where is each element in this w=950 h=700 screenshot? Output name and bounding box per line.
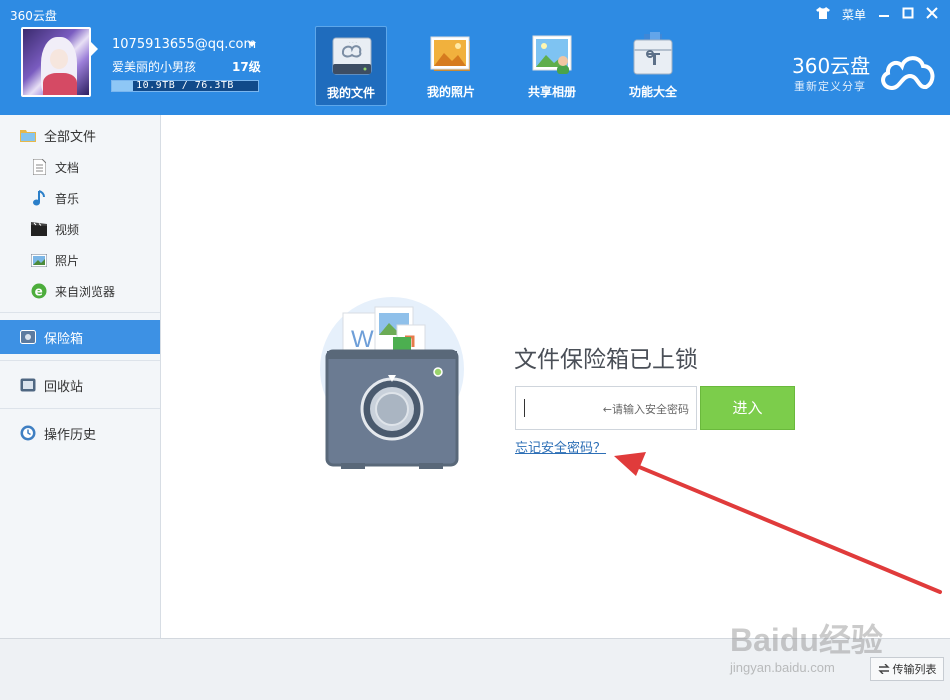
brand-logo-text: 360云盘: [792, 54, 871, 78]
sidebar-item-recycle-bin[interactable]: 回收站: [0, 370, 160, 400]
sidebar-item-music[interactable]: 音乐: [0, 183, 160, 213]
browser-icon: e: [31, 283, 47, 299]
vault-locked-title: 文件保险箱已上锁: [514, 347, 698, 373]
text-cursor: [524, 399, 525, 417]
account-email[interactable]: 1075913655@qq.com: [112, 37, 256, 52]
tab-toolbox[interactable]: 功能大全: [617, 26, 689, 106]
tab-my-files[interactable]: . . . 我的文件: [315, 26, 387, 106]
divider: [0, 312, 160, 313]
photos-icon: [430, 36, 470, 71]
brand-slogan: 重新定义分享: [794, 80, 866, 93]
transfer-icon: [877, 664, 890, 674]
storage-text: 10.9TB / 76.3TB: [136, 80, 234, 91]
svg-text:. . .: . . .: [349, 39, 357, 45]
skin-icon[interactable]: [815, 6, 830, 23]
avatar[interactable]: [21, 27, 91, 97]
avatar-caret-icon: [91, 42, 98, 56]
sidebar-item-label: 操作历史: [44, 427, 97, 443]
sidebar-item-label: 保险箱: [44, 331, 84, 347]
document-icon: [31, 159, 47, 175]
security-password-input[interactable]: ←请输入安全密码: [515, 386, 697, 430]
app-title: 360云盘: [10, 9, 57, 23]
sidebar-item-safe-box[interactable]: 保险箱: [0, 320, 160, 354]
locked-safe-illustration: W: [320, 297, 464, 469]
sidebar-item-label: 回收站: [44, 379, 84, 395]
music-icon: [31, 190, 47, 206]
sidebar: 全部文件 文档 音乐 视频 照片 e 来自浏览器 保险箱 回收站 操作历史: [0, 115, 161, 638]
tab-label: 我的照片: [426, 85, 475, 99]
photo-icon: [31, 252, 47, 268]
sidebar-item-video[interactable]: 视频: [0, 214, 160, 244]
sidebar-item-label: 音乐: [55, 191, 80, 206]
account-nickname: 爱美丽的小男孩: [112, 60, 197, 74]
enter-button[interactable]: 进入: [700, 386, 795, 430]
svg-text:W: W: [351, 326, 374, 353]
transfer-list-button[interactable]: 传输列表: [870, 657, 944, 681]
sidebar-item-documents[interactable]: 文档: [0, 152, 160, 182]
sidebar-item-photos[interactable]: 照片: [0, 245, 160, 275]
safe-icon: [20, 329, 36, 345]
close-icon[interactable]: [926, 6, 938, 23]
divider: [0, 360, 160, 361]
sidebar-item-history[interactable]: 操作历史: [0, 418, 160, 448]
sidebar-item-label: 全部文件: [44, 129, 97, 145]
storage-progress-bar: 10.9TB / 76.3TB: [111, 80, 259, 92]
files-icon: . . .: [332, 37, 372, 75]
divider: [0, 408, 160, 409]
sidebar-item-all-files[interactable]: 全部文件: [0, 120, 160, 150]
tab-label: 我的文件: [326, 86, 375, 100]
title-bar-header: 360云盘 菜单 1075913655@qq.com 爱美丽的小男孩 17级 1…: [0, 0, 950, 115]
sidebar-item-label: 视频: [55, 222, 80, 237]
window-controls: 菜单: [815, 6, 938, 23]
svg-text:e: e: [35, 285, 43, 299]
maximize-icon[interactable]: [902, 7, 914, 23]
recycle-bin-icon: [20, 377, 36, 393]
toolbox-icon: [633, 32, 673, 75]
cloud-logo-icon: [881, 56, 935, 90]
shared-album-icon: [532, 35, 572, 74]
password-placeholder: ←请输入安全密码: [602, 403, 689, 416]
sidebar-item-from-browser[interactable]: e 来自浏览器: [0, 276, 160, 306]
history-icon: [20, 425, 36, 441]
folder-icon: [20, 127, 36, 143]
minimize-icon[interactable]: [878, 6, 890, 23]
tab-my-photos[interactable]: 我的照片: [415, 26, 487, 106]
baidu-watermark: Baidu经验: [730, 622, 883, 658]
sidebar-item-label: 来自浏览器: [55, 284, 116, 299]
tab-label: 共享相册: [527, 85, 576, 99]
tab-label: 功能大全: [628, 85, 677, 99]
chevron-down-icon[interactable]: [248, 42, 256, 47]
watermark-url: jingyan.baidu.com: [730, 660, 835, 675]
sidebar-item-label: 照片: [55, 253, 80, 268]
menu-button[interactable]: 菜单: [842, 7, 866, 23]
account-level: 17级: [232, 60, 261, 74]
video-icon: [31, 221, 47, 237]
sidebar-item-label: 文档: [55, 160, 80, 175]
forgot-password-link[interactable]: 忘记安全密码？: [515, 437, 606, 456]
transfer-list-label: 传输列表: [892, 663, 937, 676]
tab-shared-album[interactable]: 共享相册: [516, 26, 588, 106]
